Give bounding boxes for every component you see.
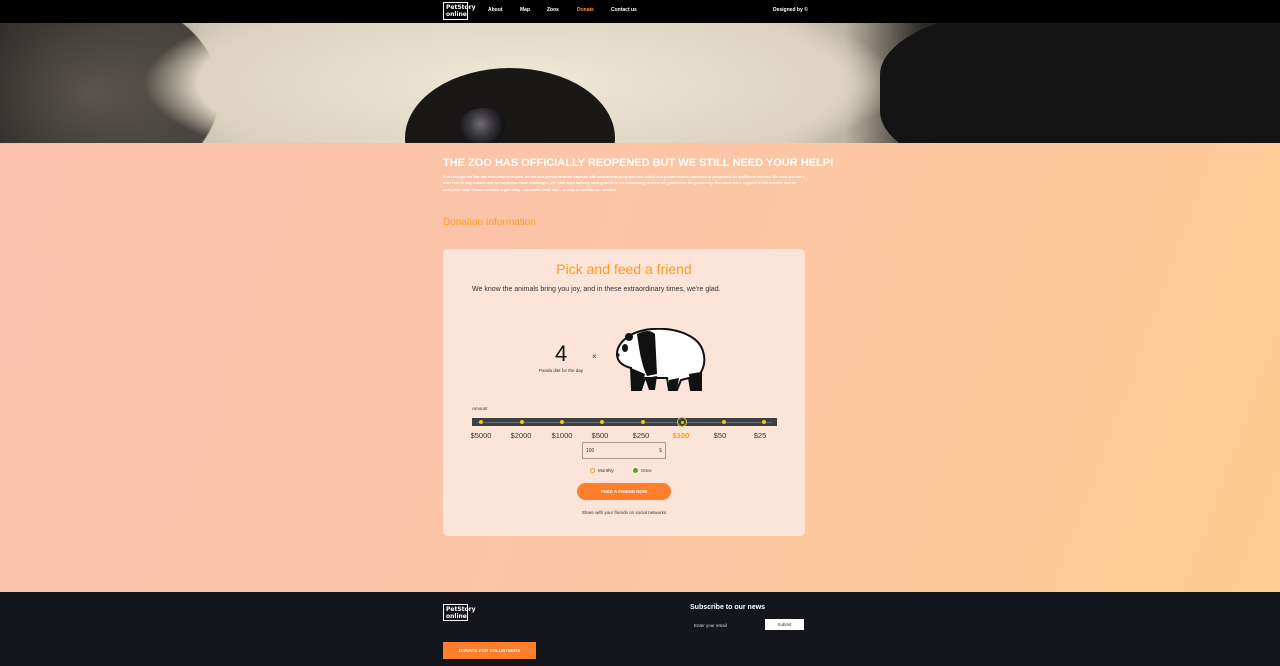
diet-count: 4	[555, 341, 568, 366]
slider-stop-25[interactable]	[762, 420, 766, 424]
footer-logo[interactable]: PetStory online	[443, 604, 476, 621]
card-subtitle: We know the animals bring you joy, and i…	[472, 286, 721, 293]
submit-button[interactable]: Submit	[765, 619, 804, 630]
nav-contact[interactable]: Contact us	[611, 7, 637, 13]
amount-option[interactable]: $1000	[547, 431, 577, 440]
site-footer: PetStory online Subscribe to our news Su…	[0, 592, 1280, 666]
site-header: PetStory online About Map Zoos Donate Co…	[0, 0, 1280, 23]
logo-line-2: online	[446, 613, 467, 620]
slider-thumb[interactable]	[677, 417, 687, 427]
logo-line-1: PetStory	[446, 606, 476, 613]
nav-zoos[interactable]: Zoos	[547, 7, 559, 13]
slider-stop-500[interactable]	[600, 420, 604, 424]
amount-label: Amount	[472, 406, 488, 411]
radio-once[interactable]	[633, 468, 638, 473]
nav-about[interactable]: About	[488, 7, 502, 13]
intro-text: Even though the Zoo has been able to reo…	[443, 175, 805, 192]
amount-option[interactable]: $500	[585, 431, 615, 440]
email-field[interactable]	[690, 619, 764, 631]
amount-option[interactable]: $25	[745, 431, 775, 440]
slider-stop-5000[interactable]	[479, 420, 483, 424]
radio-once-label: Once	[641, 468, 652, 473]
slider-stop-1000[interactable]	[560, 420, 564, 424]
hero-panda-image	[0, 23, 1280, 143]
radio-monthly-label: Monthly	[598, 468, 614, 473]
card-title: Pick and feed a friend	[556, 261, 692, 277]
diet-count-label: Panda diet for the day	[539, 368, 584, 373]
nav-map[interactable]: Map	[520, 7, 530, 13]
hero-shape	[880, 23, 1280, 143]
hero-eye	[460, 108, 506, 143]
logo-line-2: online	[446, 11, 467, 18]
panda-icon	[615, 328, 706, 391]
logo-line-1: PetStory	[446, 4, 476, 11]
donate-volunteers-button[interactable]: DONATE FOR VOLUNTEERS	[443, 642, 536, 659]
slider-stop-2000[interactable]	[520, 420, 524, 424]
amount-input[interactable]	[582, 442, 666, 459]
nav-donate[interactable]: Donate	[577, 7, 594, 13]
designed-by: Designed by ©	[773, 7, 808, 13]
subscribe-title: Subscribe to our news	[690, 604, 766, 611]
donation-info-heading: Donation Information	[443, 217, 536, 228]
feed-friend-button[interactable]: FEED A FRIEND NOW	[577, 483, 671, 500]
amount-option[interactable]: $250	[626, 431, 656, 440]
share-text: Share with your friends on social networ…	[581, 510, 667, 515]
donation-card: Pick and feed a friend We know the anima…	[443, 249, 805, 536]
slider-stop-250[interactable]	[641, 420, 645, 424]
slider-stop-50[interactable]	[722, 420, 726, 424]
currency-icon: $	[659, 448, 662, 454]
page-headline: THE ZOO HAS OFFICIALLY REOPENED BUT WE S…	[443, 157, 834, 169]
times-sign: ×	[592, 352, 597, 361]
amount-option-selected[interactable]: $100	[666, 431, 696, 440]
amount-option[interactable]: $5000	[466, 431, 496, 440]
amount-option[interactable]: $50	[705, 431, 735, 440]
site-logo[interactable]: PetStory online	[443, 2, 476, 20]
amount-option[interactable]: $2000	[506, 431, 536, 440]
radio-monthly[interactable]	[590, 468, 595, 473]
amount-slider[interactable]	[472, 417, 777, 427]
